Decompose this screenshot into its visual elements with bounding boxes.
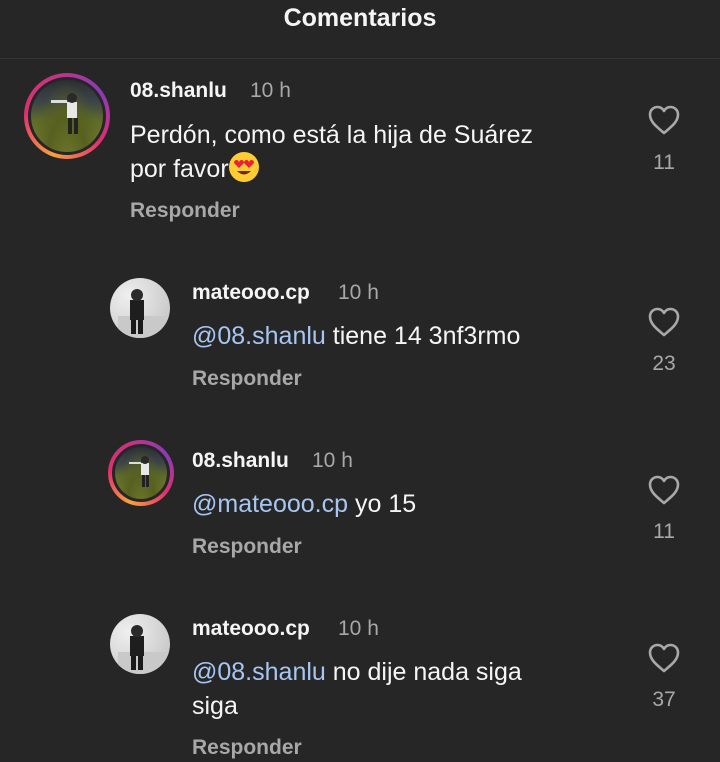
mention-link[interactable]: @mateooo.cp <box>192 490 348 518</box>
page-title: Comentarios <box>283 4 437 32</box>
avatar[interactable] <box>108 440 174 506</box>
like-heart-icon[interactable] <box>647 104 681 136</box>
comment-username[interactable]: 08.shanlu <box>130 79 227 103</box>
mention-link[interactable]: @08.shanlu <box>192 322 326 350</box>
comment-time: 10 h <box>312 449 353 472</box>
reply-button[interactable]: Responder <box>130 199 240 223</box>
avatar[interactable] <box>24 73 110 159</box>
comment-text-line: yo 15 <box>348 490 417 518</box>
like-count: 37 <box>652 688 676 711</box>
mention-link[interactable]: @08.shanlu <box>192 658 326 686</box>
like-heart-icon[interactable] <box>647 642 681 674</box>
reply-button[interactable]: Responder <box>192 535 302 559</box>
comments-header: Comentarios <box>0 0 720 59</box>
comment-time: 10 h <box>338 617 379 640</box>
comment-text-line: Perdón, como está la hija de Suárez <box>130 121 534 149</box>
comment-username[interactable]: mateooo.cp <box>192 281 310 305</box>
comment-text: @mateooo.cp yo 15 <box>192 487 416 521</box>
comment-text: @08.shanlu tiene 14 3nf3rmo <box>192 319 520 353</box>
comment-text: Perdón, como está la hija de Suárez por … <box>130 118 533 186</box>
comment-text-line: siga <box>192 692 238 720</box>
avatar[interactable] <box>110 614 170 674</box>
comment-time: 10 h <box>250 79 291 102</box>
comment-text-line: no dije nada siga <box>325 658 522 686</box>
comment-text-line: tiene 14 3nf3rmo <box>325 322 521 350</box>
comment-username[interactable]: mateooo.cp <box>192 617 310 641</box>
like-heart-icon[interactable] <box>647 306 681 338</box>
like-count: 11 <box>653 151 675 174</box>
comment-text-line: por favor <box>130 155 229 183</box>
like-count: 11 <box>653 520 675 543</box>
avatar[interactable] <box>110 278 170 338</box>
comment-username[interactable]: 08.shanlu <box>192 449 289 473</box>
comment-text: @08.shanlu no dije nada siga siga <box>192 655 522 723</box>
heart-eyes-emoji-icon <box>228 152 259 182</box>
like-heart-icon[interactable] <box>647 474 681 506</box>
comment-time: 10 h <box>338 281 379 304</box>
reply-button[interactable]: Responder <box>192 736 302 760</box>
like-count: 23 <box>652 352 676 375</box>
reply-button[interactable]: Responder <box>192 367 302 391</box>
